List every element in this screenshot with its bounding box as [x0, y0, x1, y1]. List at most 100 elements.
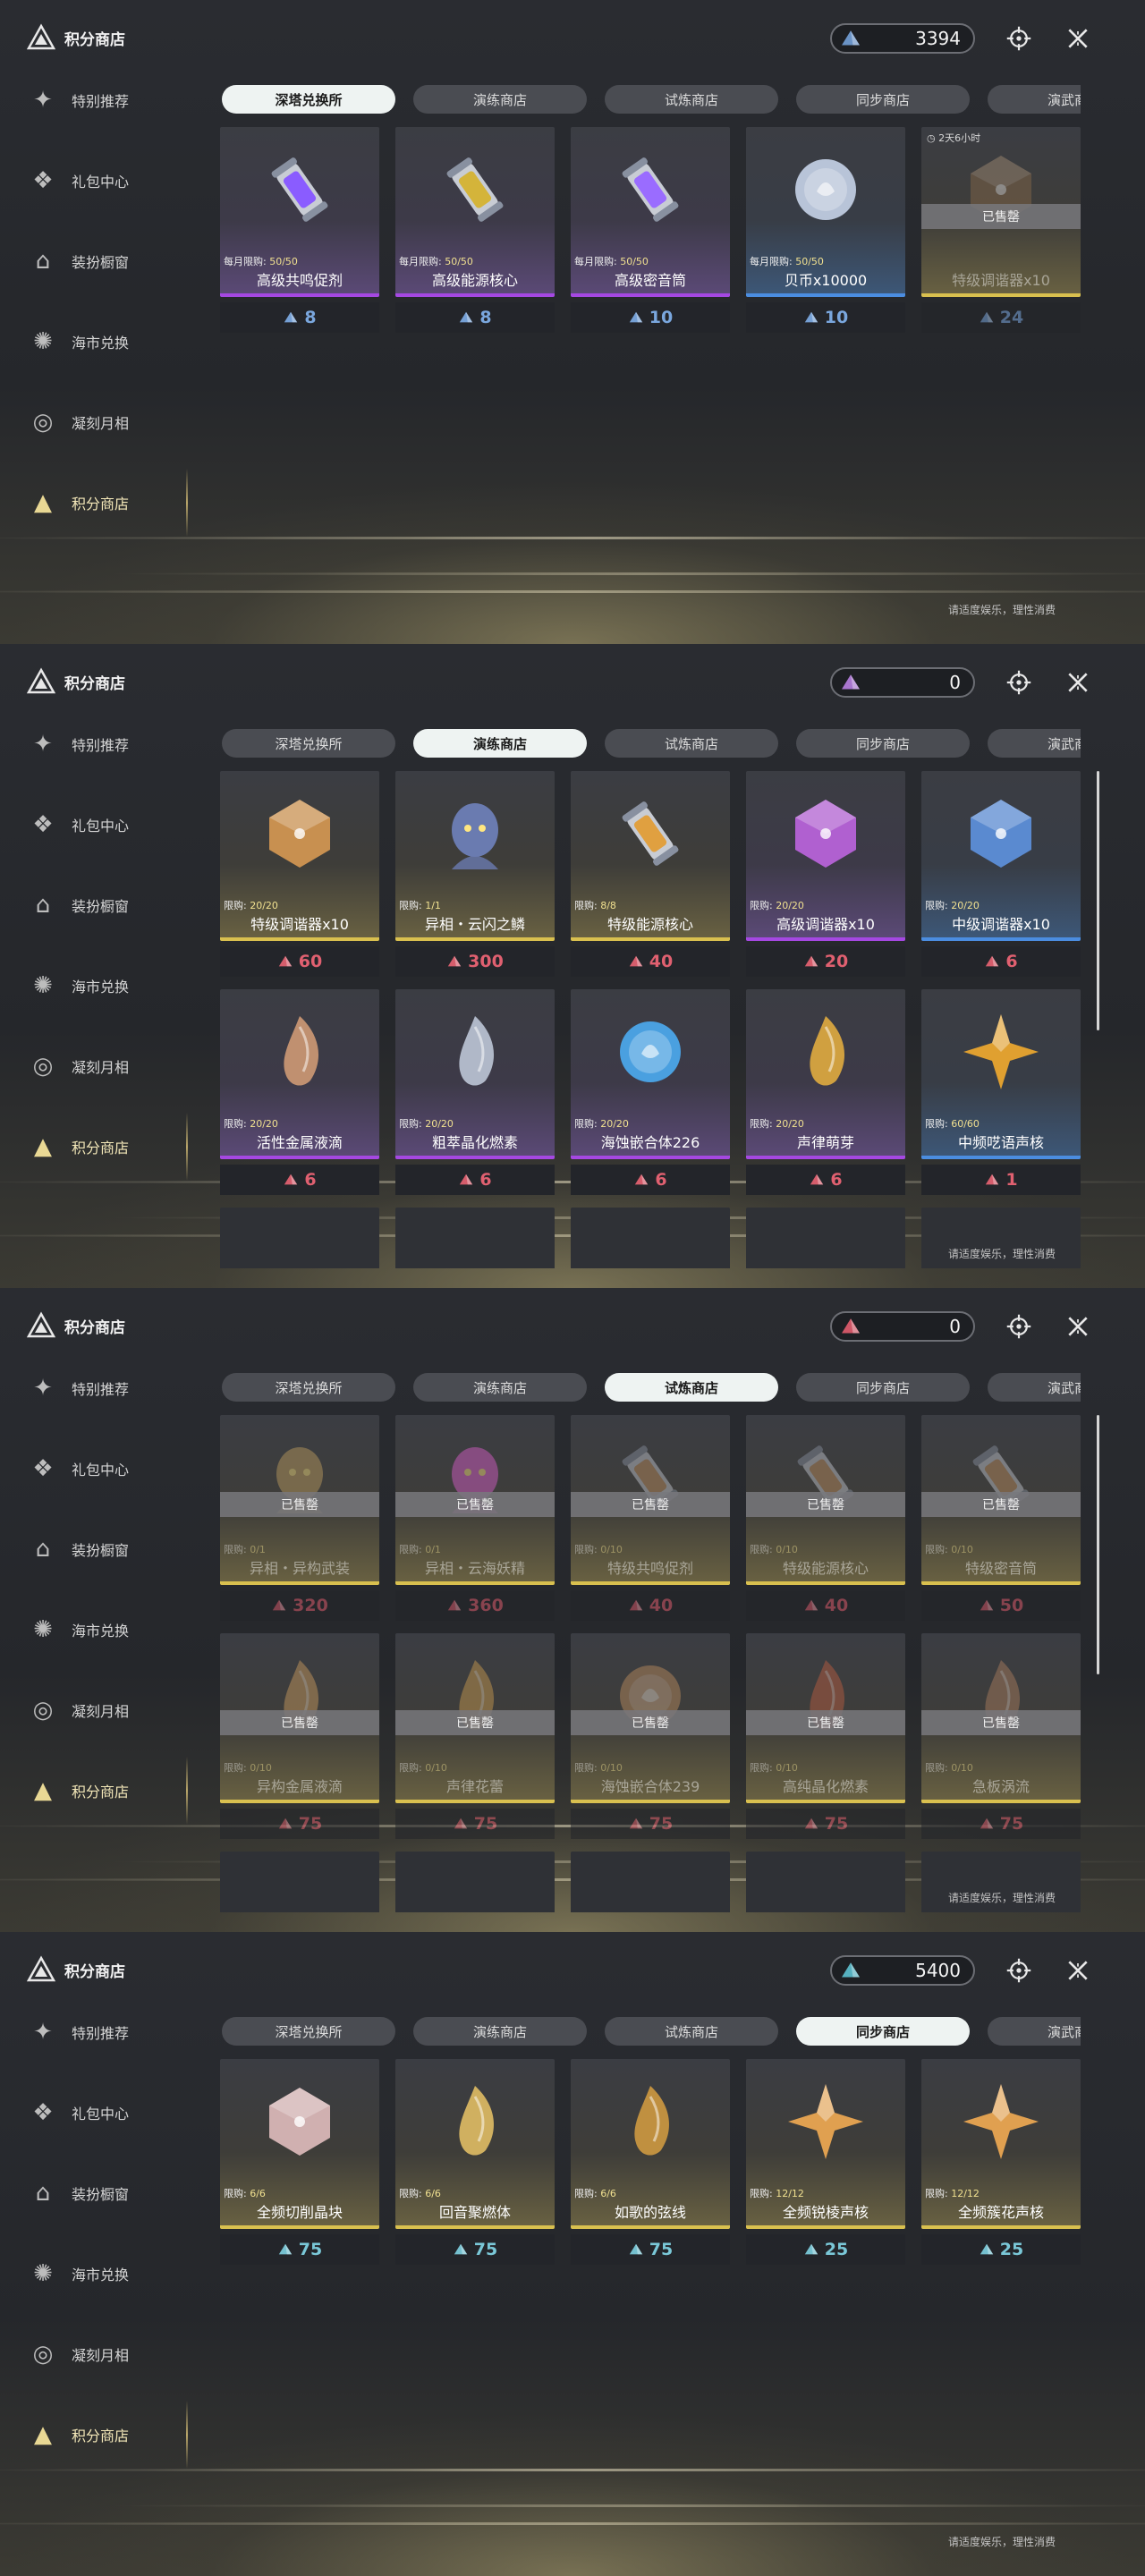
sidebar-item-3[interactable]: ⌂ 装扮橱窗	[25, 878, 177, 932]
sidebar-item-5[interactable]: ◎ 凝刻月相	[25, 1039, 177, 1093]
crosshair-button[interactable]	[1004, 1311, 1034, 1342]
tab-3[interactable]: 试炼商店	[605, 2017, 778, 2046]
shop-item-card[interactable]: 限购: 20/20 声律萌芽 6	[746, 989, 905, 1195]
item-price[interactable]: 40	[571, 1590, 730, 1621]
item-price[interactable]: 320	[220, 1590, 379, 1621]
tab-5[interactable]: 演武商店	[988, 85, 1081, 114]
item-price[interactable]: 6	[746, 1165, 905, 1195]
tab-4[interactable]: 同步商店	[796, 1373, 970, 1402]
item-price[interactable]: 75	[571, 2234, 730, 2265]
shop-item-card[interactable]: ◷ 2天6小时 已售罄 特级调谐器x10 24	[921, 127, 1081, 333]
sidebar-item-6[interactable]: ▲ 积分商店	[25, 469, 188, 537]
shop-item-card[interactable]: 每月限购: 50/50 贝币x10000 10	[746, 127, 905, 333]
tab-2[interactable]: 演练商店	[413, 2017, 587, 2046]
shop-item-card[interactable]	[220, 1208, 379, 1268]
item-price[interactable]: 75	[746, 1809, 905, 1839]
shop-item-card[interactable]: 限购: 20/20 特级调谐器x10 60	[220, 771, 379, 977]
shop-item-card[interactable]	[571, 1852, 730, 1912]
sidebar-item-5[interactable]: ◎ 凝刻月相	[25, 395, 177, 449]
item-price[interactable]: 6	[220, 1165, 379, 1195]
shop-item-card[interactable]: 限购: 20/20 活性金属液滴 6	[220, 989, 379, 1195]
shop-item-card[interactable]: 限购: 60/60 中频呓语声核 1	[921, 989, 1081, 1195]
sidebar-item-6[interactable]: ▲ 积分商店	[25, 1113, 188, 1181]
item-price[interactable]: 360	[395, 1590, 555, 1621]
shop-item-card[interactable]: 每月限购: 50/50 高级能源核心 8	[395, 127, 555, 333]
shop-item-card[interactable]: 已售罄 限购: 0/1 异相・云海妖精 360	[395, 1415, 555, 1621]
tab-1[interactable]: 深塔兑换所	[222, 729, 395, 758]
sidebar-item-2[interactable]: ❖ 礼包中心	[25, 2086, 177, 2140]
tab-2[interactable]: 演练商店	[413, 85, 587, 114]
item-price[interactable]: 40	[746, 1590, 905, 1621]
tab-1[interactable]: 深塔兑换所	[222, 85, 395, 114]
item-price[interactable]: 25	[921, 2234, 1081, 2265]
tab-1[interactable]: 深塔兑换所	[222, 1373, 395, 1402]
shop-item-card[interactable]: 限购: 6/6 回音聚燃体 75	[395, 2059, 555, 2265]
item-price[interactable]: 75	[395, 2234, 555, 2265]
tab-4[interactable]: 同步商店	[796, 85, 970, 114]
item-price[interactable]: 75	[395, 1809, 555, 1839]
shop-item-card[interactable]: 限购: 8/8 特级能源核心 40	[571, 771, 730, 977]
tab-1[interactable]: 深塔兑换所	[222, 2017, 395, 2046]
sidebar-item-1[interactable]: ✦ 特别推荐	[25, 717, 177, 771]
shop-item-card[interactable]: 已售罄 限购: 0/10 特级能源核心 40	[746, 1415, 905, 1621]
shop-item-card[interactable]: 每月限购: 50/50 高级共鸣促剂 8	[220, 127, 379, 333]
sidebar-item-3[interactable]: ⌂ 装扮橱窗	[25, 234, 177, 288]
sidebar-item-2[interactable]: ❖ 礼包中心	[25, 154, 177, 208]
tab-2[interactable]: 演练商店	[413, 1373, 587, 1402]
item-price[interactable]: 25	[746, 2234, 905, 2265]
shop-item-card[interactable]: 限购: 6/6 全频切削晶块 75	[220, 2059, 379, 2265]
shop-item-card[interactable]	[220, 1852, 379, 1912]
shop-item-card[interactable]: 已售罄 限购: 0/10 特级共鸣促剂 40	[571, 1415, 730, 1621]
tab-3[interactable]: 试炼商店	[605, 85, 778, 114]
item-price[interactable]: 40	[571, 946, 730, 977]
sidebar-item-5[interactable]: ◎ 凝刻月相	[25, 1683, 177, 1737]
close-button[interactable]	[1063, 1955, 1093, 1986]
sidebar-item-6[interactable]: ▲ 积分商店	[25, 2401, 188, 2469]
shop-item-card[interactable]: 限购: 20/20 粗萃晶化燃素 6	[395, 989, 555, 1195]
shop-item-card[interactable]: 已售罄 限购: 0/10 特级密音筒 50	[921, 1415, 1081, 1621]
sidebar-item-1[interactable]: ✦ 特别推荐	[25, 1361, 177, 1415]
scrollbar[interactable]	[1097, 1415, 1099, 1674]
tab-4[interactable]: 同步商店	[796, 2017, 970, 2046]
sidebar-item-1[interactable]: ✦ 特别推荐	[25, 73, 177, 127]
crosshair-button[interactable]	[1004, 23, 1034, 54]
sidebar-item-4[interactable]: ✺ 海市兑换	[25, 959, 177, 1013]
shop-item-card[interactable]: 已售罄 限购: 0/10 异构金属液滴 75	[220, 1633, 379, 1839]
sidebar-item-1[interactable]: ✦ 特别推荐	[25, 2005, 177, 2059]
close-button[interactable]	[1063, 23, 1093, 54]
item-price[interactable]: 24	[921, 302, 1081, 333]
tab-3[interactable]: 试炼商店	[605, 1373, 778, 1402]
sidebar-item-2[interactable]: ❖ 礼包中心	[25, 1442, 177, 1496]
shop-item-card[interactable]: 限购: 12/12 全频簇花声核 25	[921, 2059, 1081, 2265]
item-price[interactable]: 8	[220, 302, 379, 333]
item-price[interactable]: 75	[921, 1809, 1081, 1839]
shop-item-card[interactable]: 已售罄 限购: 0/1 异相・异构武装 320	[220, 1415, 379, 1621]
sidebar-item-4[interactable]: ✺ 海市兑换	[25, 315, 177, 369]
item-price[interactable]: 60	[220, 946, 379, 977]
sidebar-item-4[interactable]: ✺ 海市兑换	[25, 1603, 177, 1657]
shop-item-card[interactable]	[746, 1208, 905, 1268]
tab-3[interactable]: 试炼商店	[605, 729, 778, 758]
item-price[interactable]: 10	[571, 302, 730, 333]
item-price[interactable]: 75	[571, 1809, 730, 1839]
shop-item-card[interactable]	[746, 1852, 905, 1912]
tab-5[interactable]: 演武商店	[988, 1373, 1081, 1402]
shop-item-card[interactable]: 已售罄 限购: 0/10 急板涡流 75	[921, 1633, 1081, 1839]
crosshair-button[interactable]	[1004, 667, 1034, 698]
shop-item-card[interactable]: 限购: 20/20 中级调谐器x10 6	[921, 771, 1081, 977]
item-price[interactable]: 6	[395, 1165, 555, 1195]
shop-item-card[interactable]: 每月限购: 50/50 高级密音筒 10	[571, 127, 730, 333]
shop-item-card[interactable]	[395, 1852, 555, 1912]
tab-2[interactable]: 演练商店	[413, 729, 587, 758]
shop-item-card[interactable]: 已售罄 限购: 0/10 声律花蕾 75	[395, 1633, 555, 1839]
item-price[interactable]: 75	[220, 2234, 379, 2265]
scrollbar[interactable]	[1097, 771, 1099, 1030]
crosshair-button[interactable]	[1004, 1955, 1034, 1986]
item-price[interactable]: 300	[395, 946, 555, 977]
shop-item-card[interactable]: 限购: 12/12 全频锐棱声核 25	[746, 2059, 905, 2265]
close-button[interactable]	[1063, 1311, 1093, 1342]
item-price[interactable]: 50	[921, 1590, 1081, 1621]
item-price[interactable]: 6	[571, 1165, 730, 1195]
shop-item-card[interactable]: 限购: 20/20 高级调谐器x10 20	[746, 771, 905, 977]
sidebar-item-2[interactable]: ❖ 礼包中心	[25, 798, 177, 852]
